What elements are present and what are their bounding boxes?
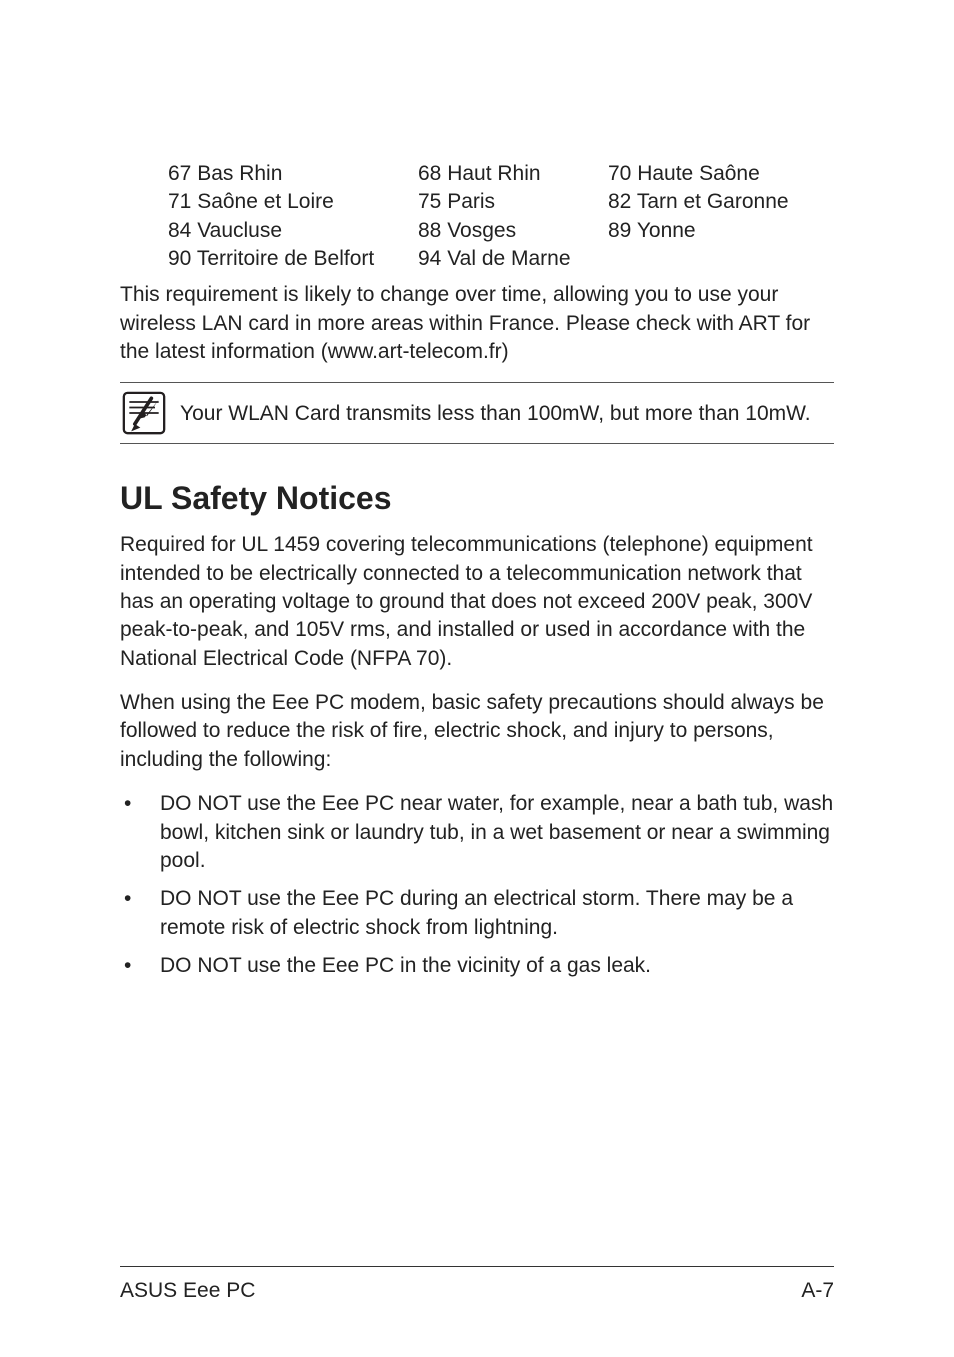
note-icon — [122, 391, 166, 435]
table-row: 71 Saône et Loire 75 Paris 82 Tarn et Ga… — [168, 188, 834, 216]
list-item-text: DO NOT use the Eee PC near water, for ex… — [160, 790, 834, 875]
dept-cell: 88 Vosges — [418, 217, 608, 245]
footer-rule — [120, 1266, 834, 1267]
note-callout: Your WLAN Card transmits less than 100mW… — [120, 382, 834, 444]
bullet-marker: • — [120, 952, 160, 980]
footer-right: A-7 — [801, 1279, 834, 1303]
bullet-marker: • — [120, 790, 160, 875]
dept-cell: 94 Val de Marne — [418, 245, 608, 273]
table-row: 90 Territoire de Belfort 94 Val de Marne — [168, 245, 834, 273]
dept-cell: 82 Tarn et Garonne — [608, 188, 789, 216]
footer-left: ASUS Eee PC — [120, 1279, 255, 1303]
table-row: 84 Vaucluse 88 Vosges 89 Yonne — [168, 217, 834, 245]
paragraph: Required for UL 1459 covering telecommun… — [120, 531, 834, 673]
dept-cell: 89 Yonne — [608, 217, 696, 245]
section-heading-ul-safety: UL Safety Notices — [120, 480, 834, 517]
table-row: 67 Bas Rhin 68 Haut Rhin 70 Haute Saône — [168, 160, 834, 188]
note-text: Your WLAN Card transmits less than 100mW… — [180, 400, 811, 427]
dept-cell: 71 Saône et Loire — [168, 188, 418, 216]
list-item-text: DO NOT use the Eee PC during an electric… — [160, 885, 834, 942]
list-item: • DO NOT use the Eee PC during an electr… — [120, 885, 834, 942]
page-footer: ASUS Eee PC A-7 — [120, 1279, 834, 1303]
list-item-text: DO NOT use the Eee PC in the vicinity of… — [160, 952, 834, 980]
departments-table: 67 Bas Rhin 68 Haut Rhin 70 Haute Saône … — [168, 160, 834, 273]
dept-cell: 84 Vaucluse — [168, 217, 418, 245]
intro-paragraph: This requirement is likely to change ove… — [120, 281, 834, 366]
safety-bullet-list: • DO NOT use the Eee PC near water, for … — [120, 790, 834, 980]
list-item: • DO NOT use the Eee PC near water, for … — [120, 790, 834, 875]
dept-cell: 70 Haute Saône — [608, 160, 760, 188]
dept-cell: 68 Haut Rhin — [418, 160, 608, 188]
bullet-marker: • — [120, 885, 160, 942]
dept-cell: 75 Paris — [418, 188, 608, 216]
list-item: • DO NOT use the Eee PC in the vicinity … — [120, 952, 834, 980]
dept-cell: 67 Bas Rhin — [168, 160, 418, 188]
paragraph: When using the Eee PC modem, basic safet… — [120, 689, 834, 774]
dept-cell: 90 Territoire de Belfort — [168, 245, 418, 273]
